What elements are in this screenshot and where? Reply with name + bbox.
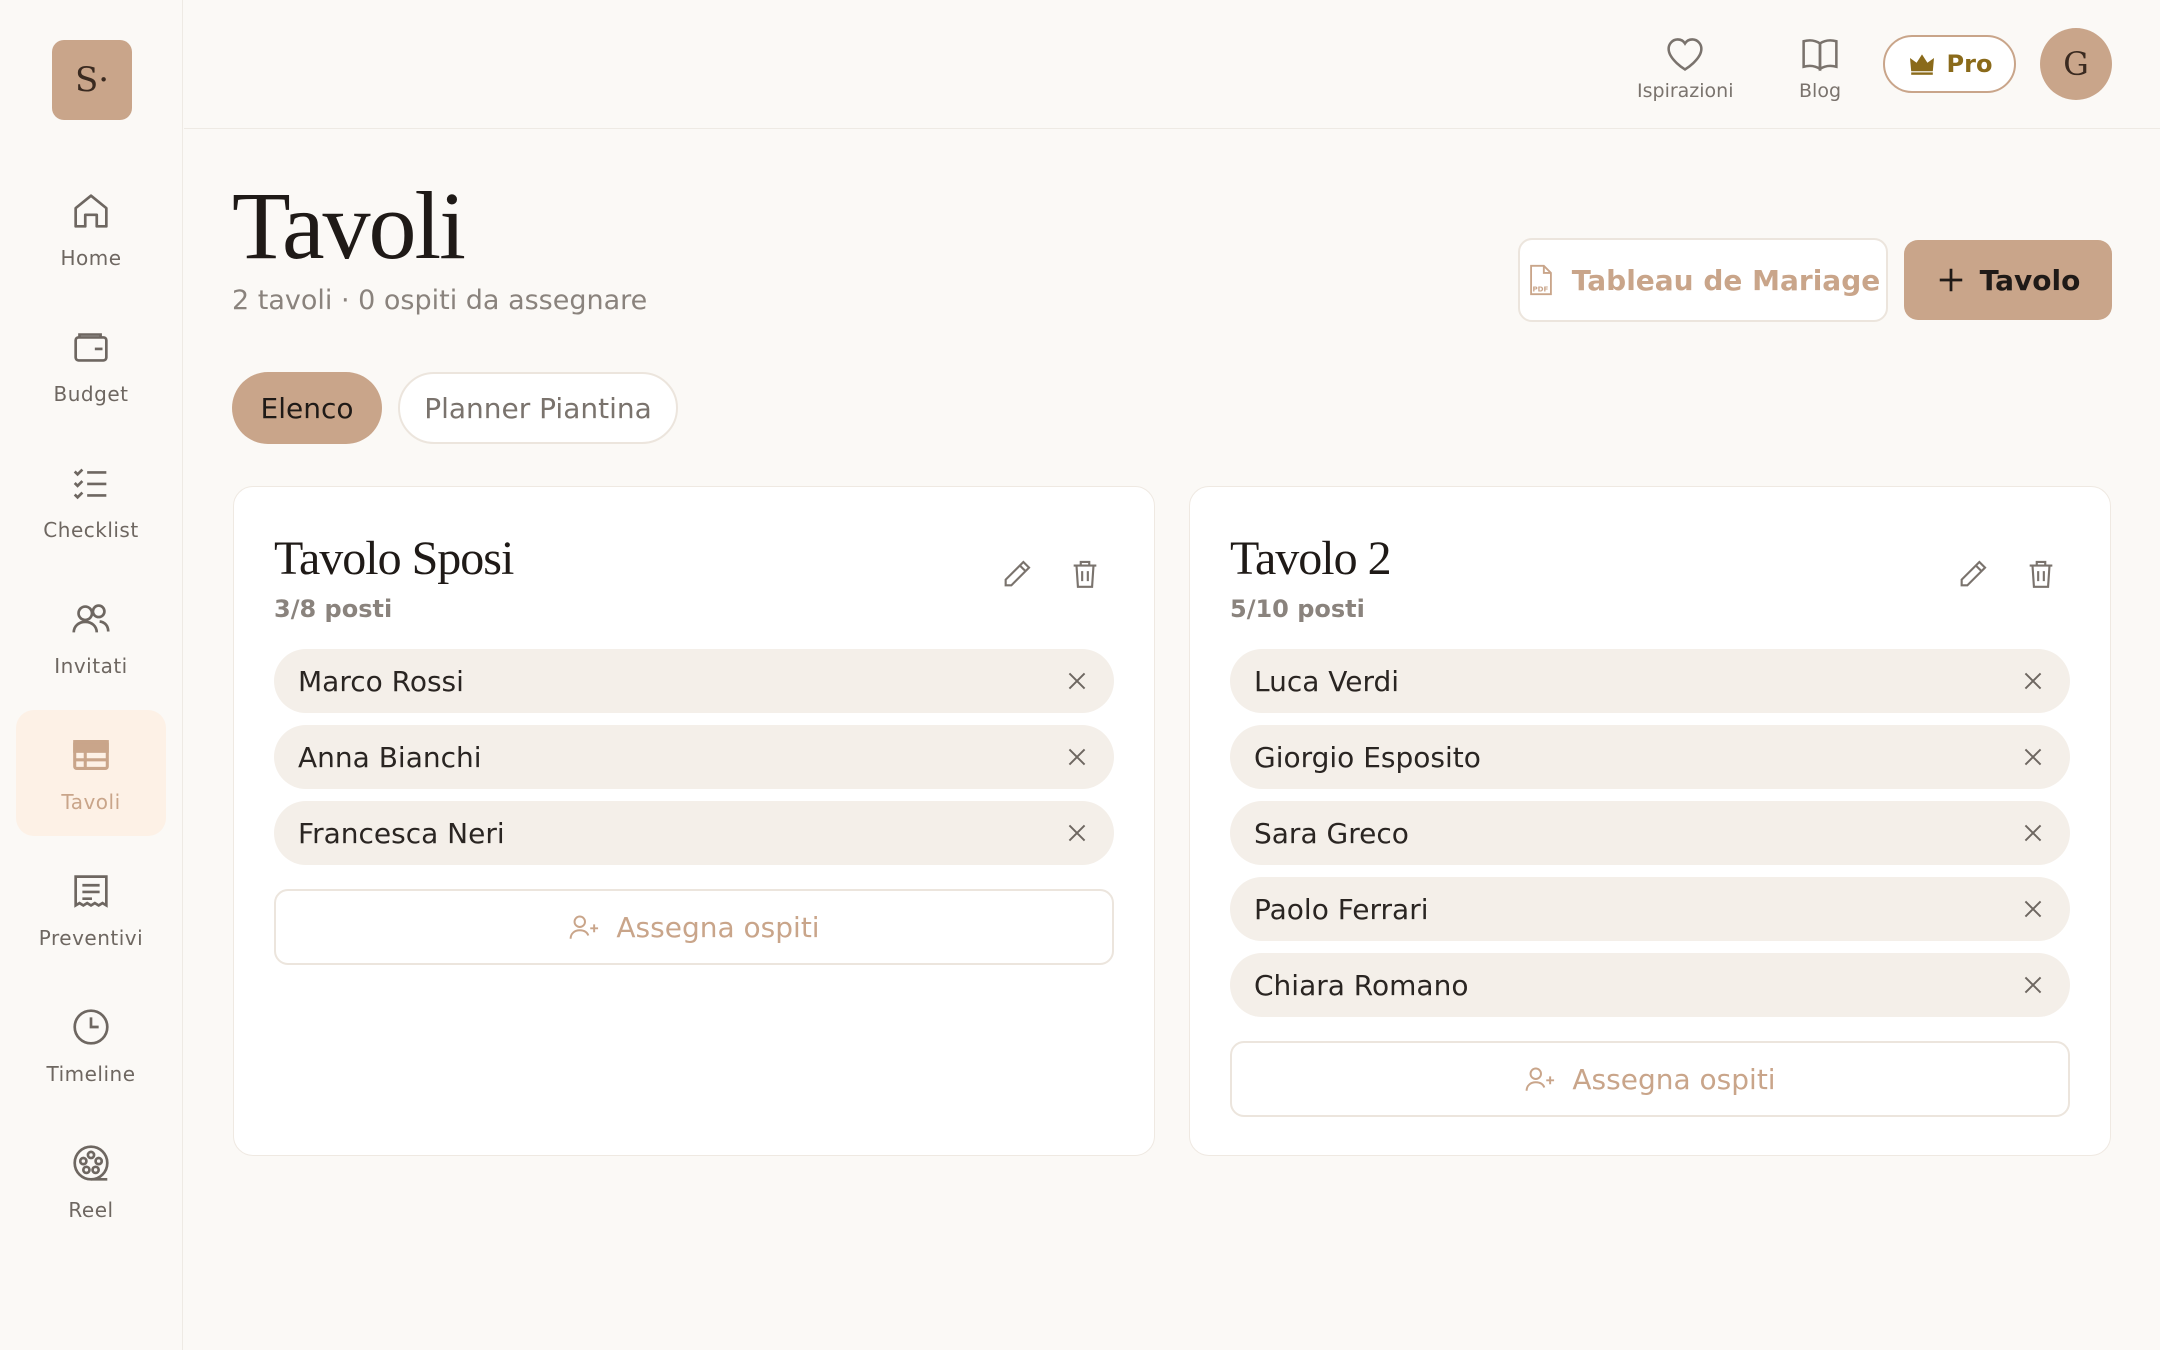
sidebar-item-home[interactable]: Home — [16, 166, 166, 292]
sidebar-item-label: Checklist — [43, 518, 139, 542]
receipt-icon — [74, 875, 108, 908]
checklist-icon — [73, 468, 107, 500]
guest-name: Francesca Neri — [298, 816, 505, 850]
book-open-icon — [1802, 39, 1838, 72]
sidebar-item-label: Invitati — [54, 654, 128, 678]
guest-chip: Chiara Romano — [1230, 953, 2070, 1017]
guest-name: Giorgio Esposito — [1254, 740, 1481, 774]
remove-x-icon[interactable] — [2020, 744, 2046, 770]
plus-icon — [1939, 268, 1962, 292]
sidebar-item-budget[interactable]: Budget — [16, 302, 166, 428]
guest-chip: Sara Greco — [1230, 801, 2070, 865]
home-icon — [74, 194, 108, 228]
add-table-label: Tavolo — [1979, 263, 2081, 297]
edit-pencil-icon[interactable] — [1000, 557, 1034, 591]
tableau-label: Tableau de Mariage — [1571, 263, 1881, 297]
remove-x-icon[interactable] — [1064, 744, 1090, 770]
heart-icon — [1667, 38, 1703, 71]
sidebar-item-label: Tavoli — [61, 790, 121, 814]
pro-button[interactable]: Pro — [1883, 35, 2016, 93]
blog-link[interactable]: Blog — [1798, 34, 1842, 102]
crown-icon — [1909, 54, 1934, 75]
user-avatar[interactable]: G — [2040, 28, 2112, 100]
sidebar-item-tavoli[interactable]: Tavoli — [16, 710, 166, 836]
remove-x-icon[interactable] — [1064, 668, 1090, 694]
inspirations-label: Ispirazioni — [1637, 80, 1734, 102]
tableau-de-mariage-button[interactable]: PDF Tableau de Mariage — [1518, 238, 1888, 322]
remove-x-icon[interactable] — [2020, 820, 2046, 846]
sidebar-item-label: Home — [60, 246, 122, 270]
wallet-icon — [74, 333, 108, 362]
trash-icon[interactable] — [1068, 557, 1102, 591]
guest-name: Luca Verdi — [1254, 664, 1400, 698]
sidebar-item-reel[interactable]: Reel — [16, 1118, 166, 1244]
sidebar-item-label: Reel — [68, 1198, 114, 1222]
sidebar-item-checklist[interactable]: Checklist — [16, 438, 166, 564]
sidebar-item-label: Budget — [53, 382, 129, 406]
page-title: Tavoli — [232, 172, 466, 279]
guest-chip: Luca Verdi — [1230, 649, 2070, 713]
blog-label: Blog — [1799, 80, 1841, 102]
guest-name: Anna Bianchi — [298, 740, 482, 774]
sidebar-item-label: Timeline — [46, 1062, 136, 1086]
sidebar-item-timeline[interactable]: Timeline — [16, 982, 166, 1108]
remove-x-icon[interactable] — [1064, 820, 1090, 846]
guest-chip: Giorgio Esposito — [1230, 725, 2070, 789]
table-card: Tavolo 2 5/10 posti Luca Verdi Giorgio E… — [1189, 486, 2111, 1156]
film-reel-icon — [73, 1145, 109, 1181]
assign-guests-button[interactable]: Assegna ospiti — [274, 889, 1114, 965]
guest-name: Chiara Romano — [1254, 968, 1469, 1002]
svg-text:PDF: PDF — [1532, 284, 1548, 293]
table-seats: 5/10 posti — [1230, 595, 1365, 623]
remove-x-icon[interactable] — [2020, 668, 2046, 694]
assign-guests-button[interactable]: Assegna ospiti — [1230, 1041, 2070, 1117]
inspirations-link[interactable]: Ispirazioni — [1637, 34, 1734, 102]
tab-planner-piantina[interactable]: Planner Piantina — [398, 372, 678, 444]
users-icon — [72, 604, 110, 633]
sidebar-item-label: Preventivi — [38, 926, 144, 950]
table-name: Tavolo 2 — [1230, 532, 1392, 585]
app-logo[interactable]: S· — [52, 40, 132, 120]
page-subtitle: 2 tavoli · 0 ospiti da assegnare — [232, 285, 648, 316]
guest-chip: Francesca Neri — [274, 801, 1114, 865]
sidebar: S· Home Budget Checklist Invitati Tavoli… — [0, 0, 183, 1350]
remove-x-icon[interactable] — [2020, 896, 2046, 922]
guest-chip: Anna Bianchi — [274, 725, 1114, 789]
user-plus-icon — [570, 915, 599, 939]
user-plus-icon — [1526, 1067, 1555, 1091]
table-seats: 3/8 posti — [274, 595, 393, 623]
table-icon — [73, 740, 109, 770]
trash-icon[interactable] — [2024, 557, 2058, 591]
add-table-button[interactable]: Tavolo — [1904, 240, 2112, 320]
guest-name: Sara Greco — [1254, 816, 1409, 850]
sidebar-item-preventivi[interactable]: Preventivi — [16, 846, 166, 972]
edit-pencil-icon[interactable] — [1956, 557, 1990, 591]
guest-chip: Paolo Ferrari — [1230, 877, 2070, 941]
top-bar: Ispirazioni Blog — [184, 0, 2160, 129]
pdf-file-icon: PDF — [1529, 264, 1552, 296]
table-card: Tavolo Sposi 3/8 posti Marco Rossi Anna … — [233, 486, 1155, 1156]
remove-x-icon[interactable] — [2020, 972, 2046, 998]
guest-name: Paolo Ferrari — [1254, 892, 1429, 926]
guest-chip: Marco Rossi — [274, 649, 1114, 713]
guest-name: Marco Rossi — [298, 664, 464, 698]
assign-guests-label: Assegna ospiti — [1572, 1062, 1776, 1096]
sidebar-item-invitati[interactable]: Invitati — [16, 574, 166, 700]
table-name: Tavolo Sposi — [274, 532, 514, 585]
tab-elenco[interactable]: Elenco — [232, 372, 382, 444]
assign-guests-label: Assegna ospiti — [616, 910, 820, 944]
clock-icon — [73, 1009, 109, 1045]
pro-label: Pro — [1946, 50, 1993, 78]
